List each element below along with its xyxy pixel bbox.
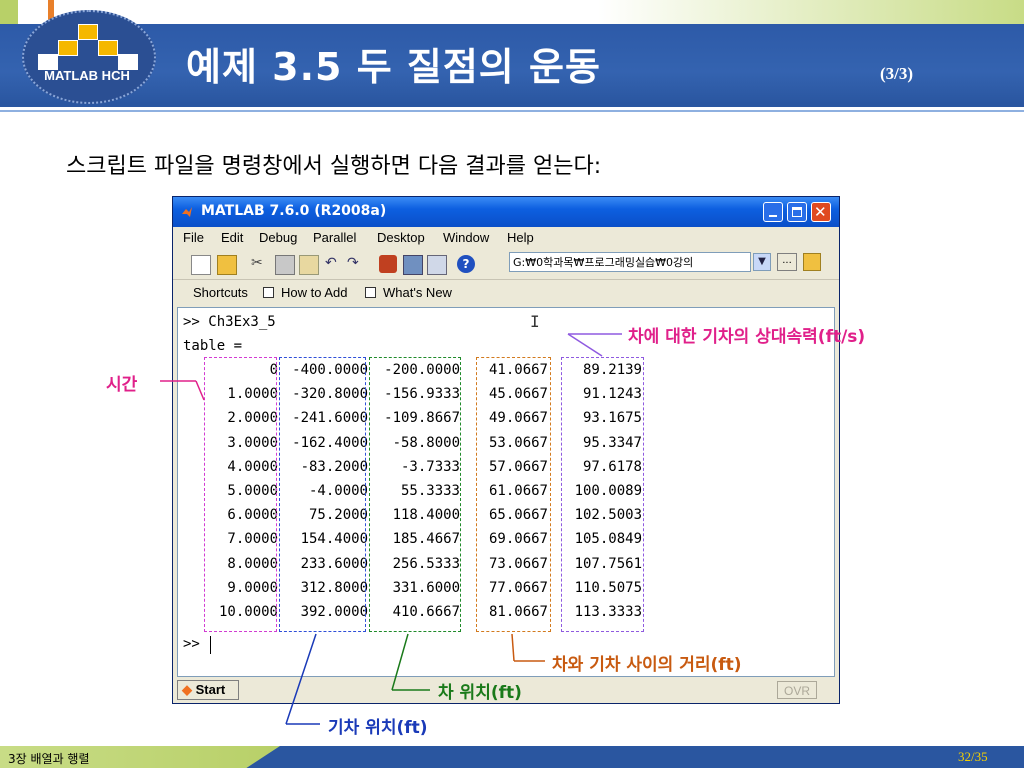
- footer-page-number: 32/35: [958, 749, 988, 764]
- annotation-car-pos: 차 위치(ft): [438, 683, 522, 703]
- annotation-rel-speed: 차에 대한 기차의 상대속력(ft/s): [628, 327, 866, 347]
- annotation-lines: [160, 333, 622, 725]
- annotation-train-pos: 기차 위치(ft): [328, 718, 428, 738]
- annotation-distance: 차와 기차 사이의 거리(ft): [552, 655, 742, 675]
- annotation-time: 시간: [106, 375, 138, 395]
- footer-chapter: 3장 배열과 행렬: [8, 752, 90, 766]
